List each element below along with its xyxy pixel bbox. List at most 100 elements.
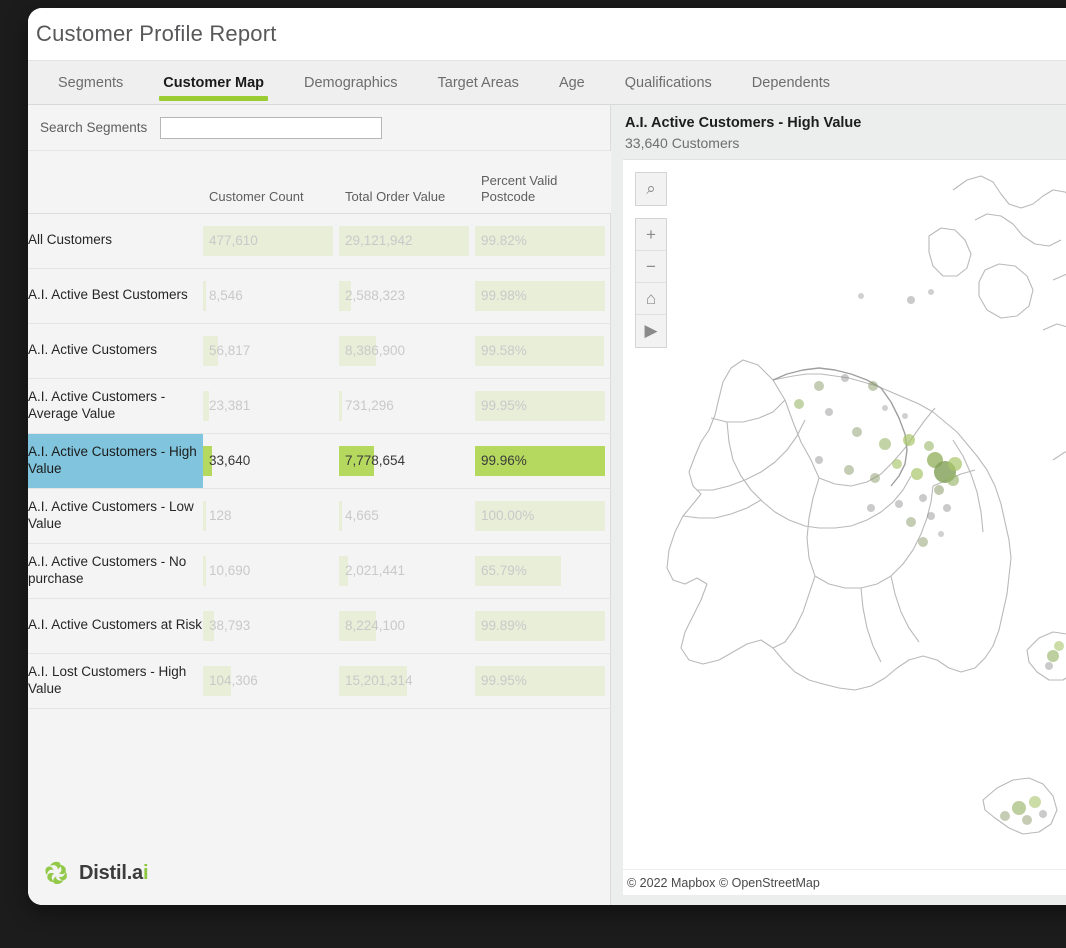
percent-valid-postcode-cell: 99.98% [475,268,611,323]
segment-name-cell[interactable]: A.I. Active Best Customers [28,268,203,323]
table-row[interactable]: A.I. Active Customers at Risk 38,793 8,224… [28,598,611,653]
value-bar: 7,778,654 [339,445,469,476]
value-label: 128 [209,508,232,523]
table-body: All Customers 477,610 29,121,942 99.82% A.I.… [28,213,611,708]
value-label: 7,778,654 [345,453,406,468]
tab-target-areas[interactable]: Target Areas [418,61,539,104]
value-label: 99.98% [481,288,527,303]
title-bar: Customer Profile Report [28,8,1066,60]
customer-count-cell: 8,546 [203,268,339,323]
total-order-value-cell: 8,224,100 [339,598,475,653]
value-bar: 56,817 [203,335,333,366]
zoom-out-icon[interactable]: − [636,251,666,283]
value-label: 104,306 [209,673,258,688]
search-icon[interactable]: ⌕ [636,173,666,205]
value-bar: 33,640 [203,445,333,476]
value-label: 38,793 [209,618,251,633]
value-label: 99.89% [481,618,527,633]
value-bar: 38,793 [203,610,333,641]
map-controls: ⌕ + − ⌂ ▶ [635,172,667,348]
segment-name-cell[interactable]: A.I. Active Customers - Low Value [28,488,203,543]
segment-name-cell[interactable]: A.I. Active Customers - No purchase [28,543,203,598]
value-label: 8,386,900 [345,343,406,358]
map-attribution: © 2022 Mapbox © OpenStreetMap [623,869,1066,895]
search-input[interactable] [160,116,383,139]
value-label: 29,121,942 [345,233,413,248]
content-area: Search Segments Customer Count Total Ord… [28,105,1066,905]
tab-label: Demographics [304,74,398,91]
table-row[interactable]: A.I. Active Customers - No purchase 10,69… [28,543,611,598]
customer-count-cell: 10,690 [203,543,339,598]
table-row[interactable]: A.I. Active Customers - High Value 33,640… [28,433,611,488]
segment-name-cell[interactable]: A.I. Active Customers - Average Value [28,378,203,433]
percent-valid-postcode-cell: 65.79% [475,543,611,598]
percent-valid-postcode-cell: 99.95% [475,653,611,708]
tab-label: Qualifications [624,74,712,91]
value-bar: 99.96% [475,445,605,476]
percent-valid-postcode-cell: 99.58% [475,323,611,378]
column-header-total-order-value: Total Order Value [339,151,475,214]
value-bar: 2,021,441 [339,555,469,586]
customer-count-cell: 56,817 [203,323,339,378]
home-icon[interactable]: ⌂ [636,283,666,315]
page-title: Customer Profile Report [36,21,277,46]
value-label: 2,021,441 [345,563,406,578]
distil-logo: Distil.ai [42,859,149,887]
zoom-in-icon[interactable]: + [636,219,666,251]
table-header: Customer Count Total Order Value Percent… [28,151,611,214]
segment-name-cell[interactable]: A.I. Lost Customers - High Value [28,653,203,708]
tab-demographics[interactable]: Demographics [284,61,418,104]
table-row[interactable]: A.I. Active Customers 56,817 8,386,900 99.5… [28,323,611,378]
total-order-value-cell: 29,121,942 [339,213,475,268]
value-label: 100.00% [481,508,535,523]
compass-icon[interactable]: ▶ [636,315,666,347]
column-header-name [28,151,203,214]
value-label: 65.79% [481,563,527,578]
percent-valid-postcode-cell: 99.82% [475,213,611,268]
value-bar: 99.89% [475,610,605,641]
table-row[interactable]: A.I. Active Customers - Average Value 23,… [28,378,611,433]
tab-segments[interactable]: Segments [38,61,143,104]
table-row[interactable]: A.I. Active Best Customers 8,546 2,588,323… [28,268,611,323]
logo-text-accent: i [142,861,149,884]
total-order-value-cell: 2,021,441 [339,543,475,598]
map-canvas[interactable]: ⌕ + − ⌂ ▶ [623,159,1066,869]
percent-valid-postcode-cell: 99.96% [475,433,611,488]
map-header: A.I. Active Customers - High Value 33,64… [611,105,1066,159]
column-header-percent-valid-postcode: Percent Valid Postcode [475,151,611,214]
tab-dependents[interactable]: Dependents [732,61,850,104]
table-row[interactable]: A.I. Lost Customers - High Value 104,306 1… [28,653,611,708]
table-row[interactable]: All Customers 477,610 29,121,942 99.82% [28,213,611,268]
percent-valid-postcode-cell: 99.95% [475,378,611,433]
value-label: 33,640 [209,453,251,468]
customer-count-cell: 128 [203,488,339,543]
value-bar: 99.82% [475,225,605,256]
tab-bar: Segments Customer Map Demographics Targe… [28,60,1066,105]
segment-name-cell[interactable]: A.I. Active Customers - High Value [28,433,203,488]
value-bar: 731,296 [339,390,469,421]
tab-age[interactable]: Age [539,61,605,104]
column-header-customer-count: Customer Count [203,151,339,214]
customer-count-cell: 33,640 [203,433,339,488]
value-bar: 2,588,323 [339,280,469,311]
tab-label: Dependents [751,74,830,91]
segment-name-cell[interactable]: A.I. Active Customers [28,323,203,378]
segment-name-cell[interactable]: All Customers [28,213,203,268]
total-order-value-cell: 15,201,314 [339,653,475,708]
table-row[interactable]: A.I. Active Customers - Low Value 128 4,66… [28,488,611,543]
tab-label: Customer Map [163,74,265,91]
segments-panel: Search Segments Customer Count Total Ord… [28,105,611,905]
value-bar: 99.95% [475,390,605,421]
total-order-value-cell: 731,296 [339,378,475,433]
value-label: 731,296 [345,398,394,413]
tab-customer-map[interactable]: Customer Map [143,61,284,104]
segment-name-cell[interactable]: A.I. Active Customers at Risk [28,598,203,653]
total-order-value-cell: 7,778,654 [339,433,475,488]
value-bar: 8,224,100 [339,610,469,641]
app-window: Customer Profile Report Segments Custome… [28,8,1066,905]
total-order-value-cell: 4,665 [339,488,475,543]
value-bar: 477,610 [203,225,333,256]
value-bar: 65.79% [475,555,605,586]
value-label: 99.96% [481,453,527,468]
tab-qualifications[interactable]: Qualifications [605,61,732,104]
